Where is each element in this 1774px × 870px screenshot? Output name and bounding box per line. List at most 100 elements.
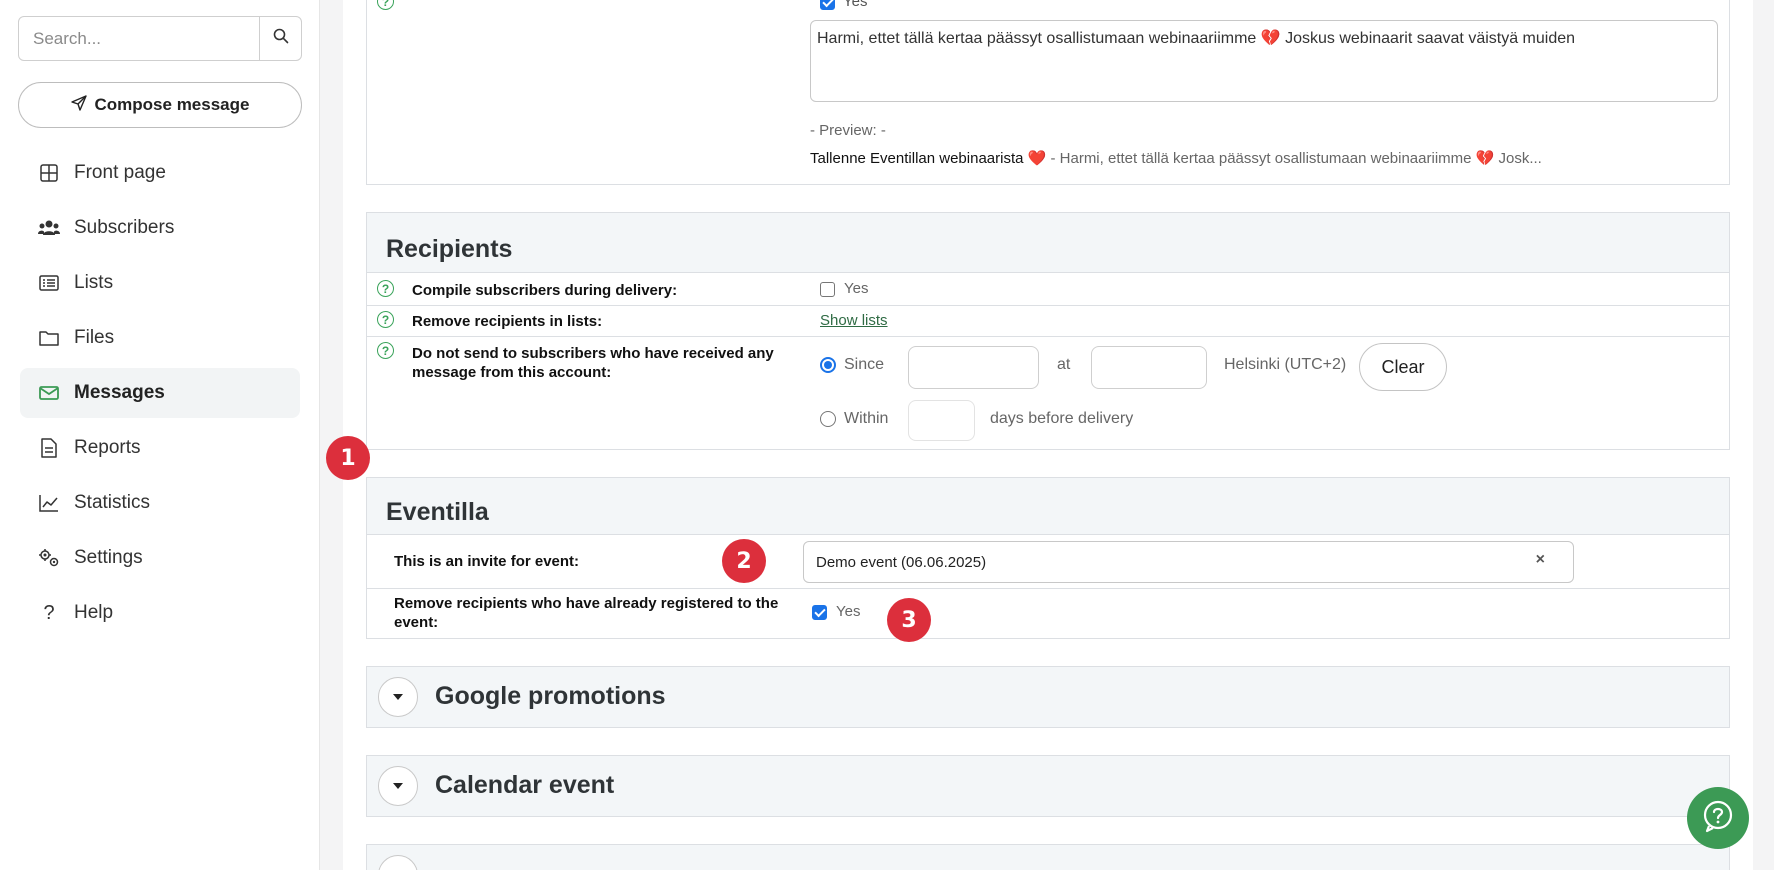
remove-registered-value: Yes: [836, 603, 861, 620]
send-icon: [70, 94, 87, 116]
compile-checkbox[interactable]: [820, 282, 835, 297]
help-chat-button[interactable]: [1687, 787, 1749, 849]
remove-lists-label: Remove recipients in lists:: [412, 313, 603, 330]
list-icon: [38, 272, 60, 294]
compose-label: Compose message: [94, 95, 250, 114]
event-select-value: Demo event (06.06.2025): [816, 553, 987, 571]
main-content: ? Yes Harmi, ettet tällä kertaa päässyt …: [343, 0, 1753, 870]
eventilla-section: Eventilla This is an invite for event: D…: [366, 477, 1730, 639]
sidebar-item-help[interactable]: ? Help: [20, 588, 300, 638]
days-before-label: days before delivery: [990, 410, 1134, 427]
document-icon: [38, 437, 60, 459]
next-section[interactable]: [366, 844, 1730, 870]
sidebar-item-label: Reports: [74, 437, 141, 458]
compose-message-button[interactable]: Compose message: [18, 82, 302, 128]
search-button[interactable]: [259, 17, 301, 60]
users-icon: [38, 217, 60, 239]
event-select[interactable]: Demo event (06.06.2025) ×: [803, 541, 1574, 583]
help-icon[interactable]: ?: [377, 280, 394, 297]
preview-text: - Harmi, ettet tällä kertaa päässyt osal…: [1050, 150, 1542, 167]
sidebar-item-statistics[interactable]: Statistics: [20, 478, 300, 528]
annotation-badge-2: 2: [722, 539, 766, 583]
compile-row: ? Compile subscribers during delivery: Y…: [367, 272, 1729, 306]
google-promotions-section[interactable]: Google promotions: [366, 666, 1730, 728]
recipients-section: Recipients ? Compile subscribers during …: [366, 212, 1730, 450]
timezone-label: Helsinki (UTC+2): [1224, 356, 1347, 373]
sidebar-item-label: Front page: [74, 162, 166, 183]
preheader-text: Harmi, ettet tällä kertaa päässyt osalli…: [817, 30, 1576, 47]
caret-down-icon: [393, 694, 403, 700]
preview-line: Tallenne Eventillan webinaarista ❤️ - Ha…: [810, 149, 1542, 167]
expand-toggle[interactable]: [378, 766, 418, 806]
remove-registered-label: Remove recipients who have already regis…: [394, 595, 779, 631]
clear-button[interactable]: Clear: [1359, 343, 1447, 391]
at-label: at: [1057, 356, 1071, 373]
within-days-input[interactable]: [908, 400, 975, 441]
preheader-textarea[interactable]: Harmi, ettet tällä kertaa päässyt osalli…: [810, 20, 1718, 102]
gears-icon: [38, 547, 60, 569]
sidebar-item-label: Lists: [74, 272, 114, 293]
do-not-send-label: Do not send to subscribers who have rece…: [412, 345, 774, 381]
calendar-event-section[interactable]: Calendar event: [366, 755, 1730, 817]
preheader-checkbox-label: Yes: [843, 0, 868, 10]
sidebar-item-label: Statistics: [74, 492, 151, 513]
section-title: Eventilla: [386, 498, 489, 526]
within-label: Within: [844, 410, 889, 427]
since-date-input[interactable]: [908, 346, 1039, 389]
eventilla-header: Eventilla: [367, 478, 1729, 535]
sidebar-item-label: Messages: [74, 382, 165, 403]
help-icon[interactable]: ?: [377, 311, 394, 328]
search-input[interactable]: [19, 17, 259, 60]
compile-value: Yes: [844, 280, 869, 297]
question-icon: ?: [43, 601, 55, 624]
since-time-input[interactable]: [1091, 346, 1207, 389]
remove-registered-row: Remove recipients who have already regis…: [367, 589, 1729, 638]
preview-subject: Tallenne Eventillan webinaarista ❤️: [810, 150, 1047, 167]
since-label: Since: [844, 356, 885, 373]
do-not-send-row: ? Do not send to subscribers who have re…: [367, 337, 1729, 449]
recipients-header: Recipients: [367, 213, 1729, 272]
sidebar: Compose message Front page Subscribers L…: [0, 0, 320, 870]
annotation-badge-1: 1: [326, 436, 370, 480]
sidebar-item-label: Settings: [74, 547, 143, 568]
sidebar-item-subscribers[interactable]: Subscribers: [20, 203, 300, 253]
sidebar-item-lists[interactable]: Lists: [20, 258, 300, 308]
show-lists-link[interactable]: Show lists: [820, 312, 888, 329]
expand-toggle[interactable]: [378, 855, 418, 870]
sidebar-item-files[interactable]: Files: [20, 313, 300, 363]
sidebar-item-label: Help: [74, 602, 114, 623]
chart-icon: [38, 492, 60, 514]
search-box: [18, 16, 302, 61]
help-icon[interactable]: ?: [377, 342, 394, 359]
within-radio[interactable]: [820, 411, 836, 427]
section-title: Recipients: [386, 235, 513, 263]
clear-label: Clear: [1381, 356, 1425, 377]
since-radio[interactable]: [820, 357, 836, 373]
section-title: Google promotions: [435, 682, 666, 710]
sidebar-item-label: Subscribers: [74, 217, 175, 238]
sidebar-nav: Front page Subscribers Lists Files Messa…: [20, 148, 300, 643]
remove-registered-checkbox[interactable]: [812, 605, 827, 620]
preview-label: - Preview: -: [810, 122, 886, 139]
compile-label: Compile subscribers during delivery:: [412, 282, 678, 299]
sidebar-item-front-page[interactable]: Front page: [20, 148, 300, 198]
clear-selection-icon[interactable]: ×: [1536, 551, 1545, 569]
invite-row: This is an invite for event: Demo event …: [367, 535, 1729, 589]
help-icon[interactable]: ?: [377, 0, 394, 10]
remove-lists-row: ? Remove recipients in lists: Show lists: [367, 306, 1729, 337]
sidebar-item-messages[interactable]: Messages: [20, 368, 300, 418]
invite-label: This is an invite for event:: [394, 553, 580, 570]
preheader-section: ? Yes Harmi, ettet tällä kertaa päässyt …: [366, 0, 1730, 185]
envelope-icon: [38, 382, 60, 404]
grid-icon: [38, 162, 60, 184]
help-bubble-icon: [1701, 799, 1735, 838]
search-icon: [273, 28, 289, 49]
sidebar-item-settings[interactable]: Settings: [20, 533, 300, 583]
sidebar-item-reports[interactable]: Reports: [20, 423, 300, 473]
folder-icon: [38, 327, 60, 349]
annotation-badge-3: 3: [887, 598, 931, 642]
section-title: Calendar event: [435, 771, 615, 799]
expand-toggle[interactable]: [378, 677, 418, 717]
preheader-checkbox[interactable]: [820, 0, 835, 10]
sidebar-item-label: Files: [74, 327, 115, 348]
